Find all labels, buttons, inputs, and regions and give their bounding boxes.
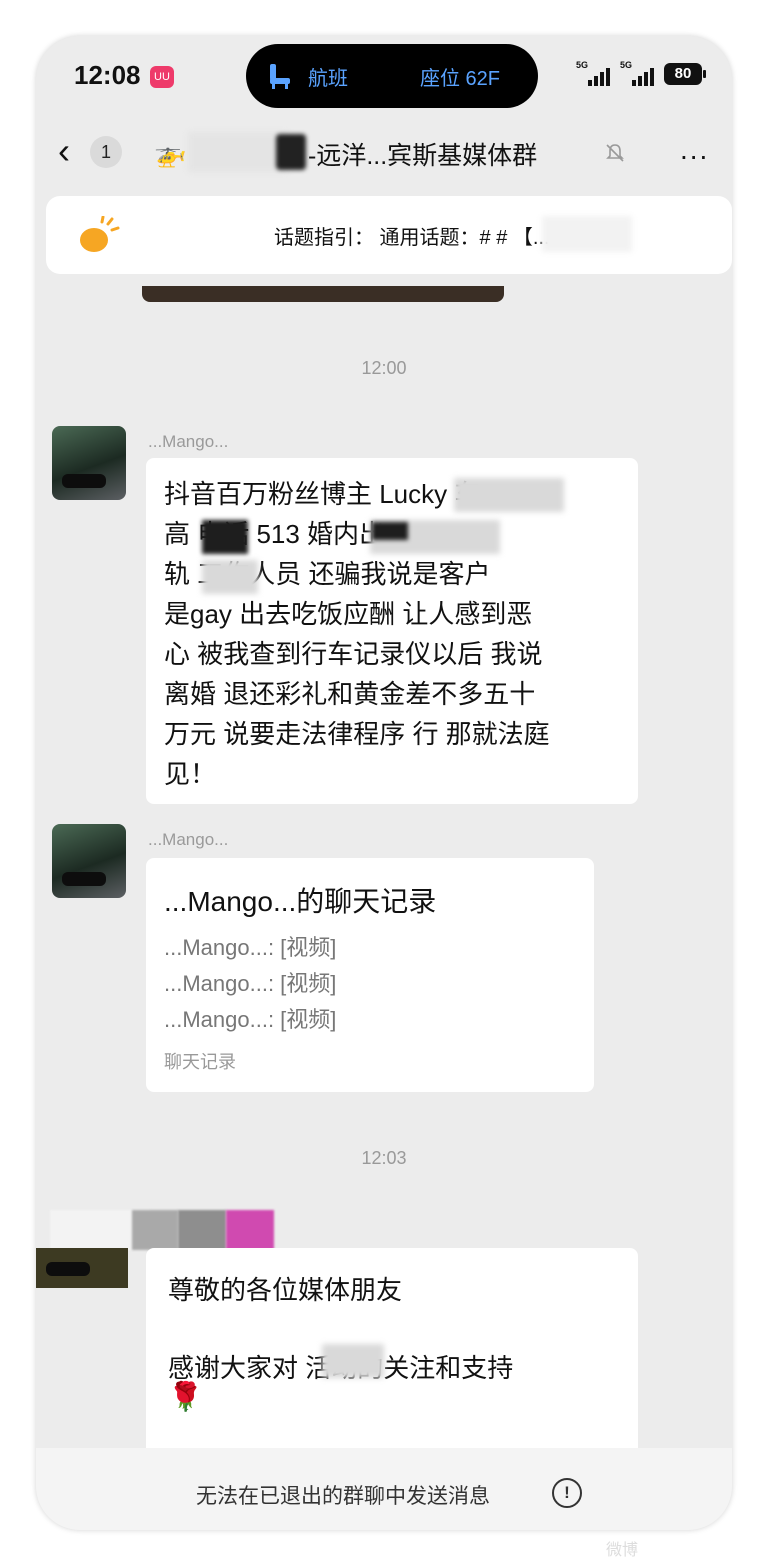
message-bubble[interactable]: 尊敬的各位媒体朋友 感谢大家对 活动的关注和支持 🌹 [146,1248,638,1458]
message-timestamp: 12:03 [361,1148,407,1168]
seat-icon [270,64,290,89]
message-line: 尊敬的各位媒体朋友 [168,1275,403,1305]
sender-name: ...Mango... [148,830,229,849]
watermark: 微博 [606,1542,639,1559]
app-notification-icon: UU [150,66,174,88]
chat-record-line: ...Mango...: [视频] [164,1007,337,1032]
previous-image-message[interactable] [142,286,504,302]
message-line: 心 被我查到行车记录仪以后 我说 [164,639,543,669]
topic-guide-banner[interactable]: 话题指引： 通用话题：# # 【... [46,196,732,274]
phone-screen: 12:08 UU 航班 座位 62F 5G 5G 80 ‹ 1 🚁 -远洋...… [36,36,732,1530]
group-title[interactable]: -远洋...宾斯基媒体群 [308,136,537,172]
redacted-block [178,1210,226,1250]
redacted-block [322,1344,384,1378]
info-circle-icon[interactable]: ! [552,1478,582,1508]
message-line: 见！ [164,759,217,789]
chat-record-line: ...Mango...: [视频] [164,935,337,960]
redacted-block [372,522,408,540]
message-timestamp: 12:00 [361,358,407,378]
chevron-left-icon[interactable]: ‹ [58,132,84,170]
redacted-block [454,478,564,512]
redacted-block [542,216,632,252]
chat-record-card[interactable]: ...Mango...的聊天记录 ...Mango...: [视频] ...Ma… [146,858,594,1092]
redacted-block [202,520,248,554]
signal-label: 5G [576,60,589,70]
dynamic-island[interactable]: 航班 座位 62F [246,44,538,108]
signal-label: 5G [620,60,633,70]
status-bar: 12:08 UU 航班 座位 62F 5G 5G 80 [36,36,732,116]
redacted-block [202,560,258,594]
avatar[interactable] [36,1248,128,1288]
chat-record-title: ...Mango...的聊天记录 [164,886,437,917]
bell-off-icon [606,144,624,162]
redacted-block [132,1210,178,1250]
status-time: 12:08 [74,60,141,90]
redacted-block [188,132,288,172]
unread-count-badge[interactable]: 1 [90,136,122,168]
redacted-block [276,134,306,170]
message-bubble[interactable]: 抖音百万粉丝博主 Lucky 车 高 电话 513 婚内出 轨 工作人员 还骗我… [146,458,638,804]
input-disabled-bar: 无法在已退出的群聊中发送消息 ! [36,1448,732,1530]
sender-name: ...Mango... [148,432,229,451]
topic-guide-text: 话题指引： 通用话题：# # 【... [274,227,550,249]
chat-record-line: ...Mango...: [视频] [164,971,337,996]
message-line: 是gay 出去吃饭应酬 让人感到恶 [164,599,533,629]
message-line: 离婚 退还彩礼和黄金差不多五十 [164,679,536,709]
rose-icon: 🌹 [168,1381,203,1412]
helicopter-icon: 🚁 [154,138,187,168]
left-group-notice: 无法在已退出的群聊中发送消息 [196,1485,490,1508]
avatar[interactable] [52,824,126,898]
battery-icon: 80 [664,63,706,85]
avatar[interactable] [52,426,126,500]
chat-header: ‹ 1 🚁 -远洋...宾斯基媒体群 ... [36,122,732,182]
message-line: 万元 说要走法律程序 行 那就法庭 [164,719,550,749]
seat-label: 座位 62F [420,68,501,90]
chat-record-label: 聊天记录 [164,1052,236,1072]
more-options-icon[interactable]: ... [680,134,709,166]
flight-label: 航班 [308,68,348,90]
lightbulb-icon [80,216,120,252]
redacted-block [226,1210,274,1250]
